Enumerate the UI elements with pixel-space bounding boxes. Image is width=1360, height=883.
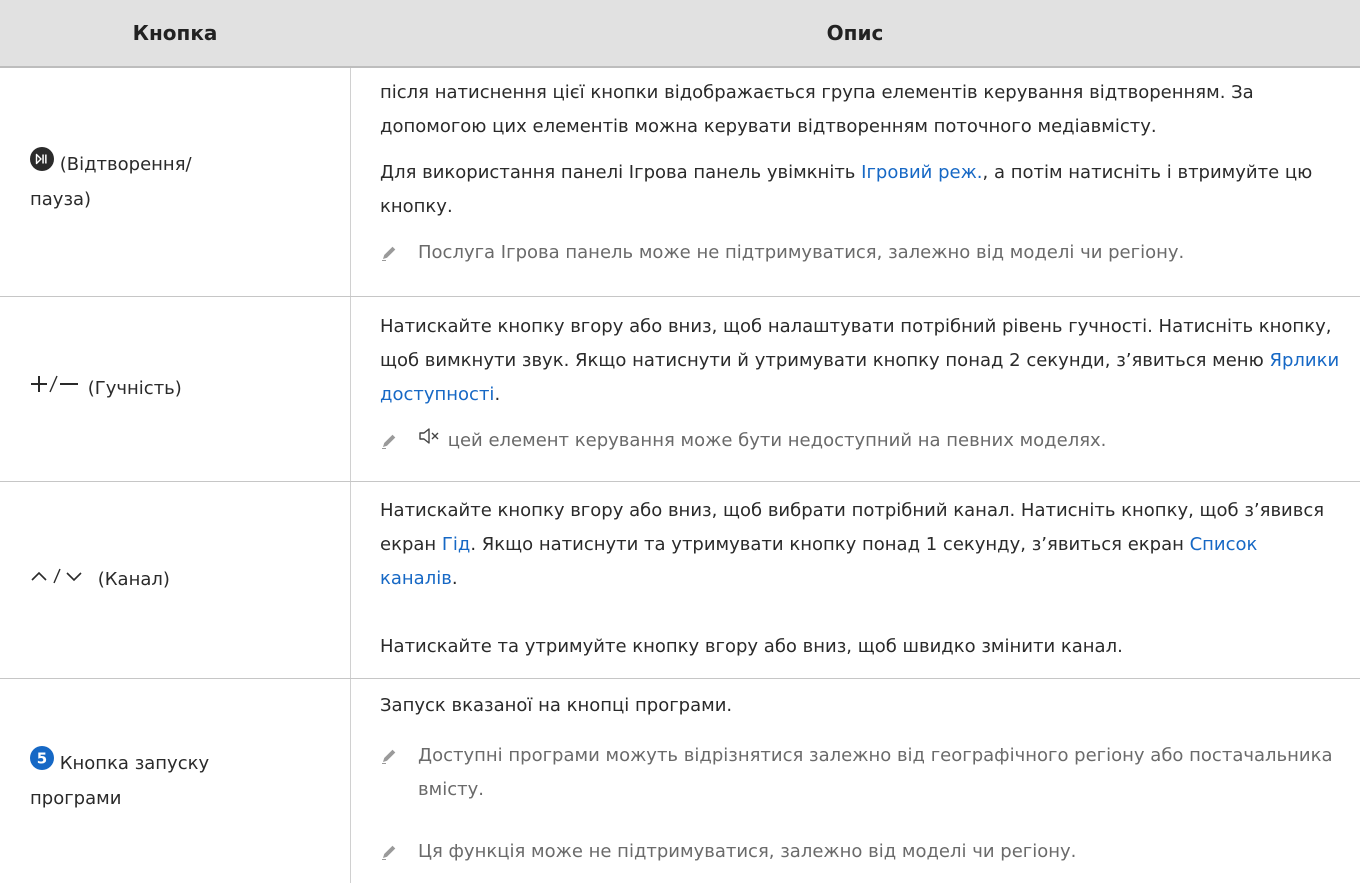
description-text: Для використання панелі Ігрова панель ув… xyxy=(380,162,1313,217)
plus-minus-icon xyxy=(30,372,82,406)
pencil-icon xyxy=(382,845,396,860)
button-cell: (Канал) xyxy=(0,482,350,678)
description-text: Запуск вказаної на кнопці програми. xyxy=(380,695,733,716)
number-5-badge-icon: 5 xyxy=(30,746,54,782)
column-header-description: Опис xyxy=(826,21,884,45)
play-pause-icon xyxy=(30,147,54,183)
button-label: 5 Кнопка запуску програми xyxy=(0,746,219,816)
table-row: (Канал) Натискайте кнопку вгору або вниз… xyxy=(0,482,1360,679)
pencil-icon xyxy=(382,246,396,261)
chevron-up-down-icon xyxy=(30,563,92,597)
button-cell: (Гучність) xyxy=(0,297,350,481)
table-row: (Гучність) Натискайте кнопку вгору або в… xyxy=(0,297,1360,482)
pencil-icon xyxy=(382,434,396,449)
description-text: Натискайте кнопку вгору або вниз, щоб ви… xyxy=(380,500,1325,589)
table-row: 5 Кнопка запуску програми Запуск вказано… xyxy=(0,679,1360,883)
button-label: (Відтворення/ пауза) xyxy=(0,147,202,217)
svg-text:5: 5 xyxy=(37,750,47,768)
description-text: Натискайте та утримуйте кнопку вгору або… xyxy=(380,636,1123,657)
button-cell: 5 Кнопка запуску програми xyxy=(0,679,350,883)
button-label: (Гучність) xyxy=(0,372,192,406)
description-text: після натиснення цієї кнопки відображаєт… xyxy=(380,82,1254,137)
table-header: Кнопка Опис xyxy=(0,0,1360,68)
game-mode-link[interactable]: Ігровий реж. xyxy=(861,162,982,183)
mute-icon xyxy=(418,424,442,458)
description-text: Натискайте кнопку вгору або вниз, щоб на… xyxy=(380,316,1340,405)
pencil-icon xyxy=(382,749,396,764)
guide-link[interactable]: Гід xyxy=(442,534,470,555)
table-row: (Відтворення/ пауза) після натиснення ці… xyxy=(0,68,1360,297)
column-header-button: Кнопка xyxy=(132,21,218,45)
button-label: (Канал) xyxy=(0,563,180,597)
button-cell: (Відтворення/ пауза) xyxy=(0,68,350,296)
